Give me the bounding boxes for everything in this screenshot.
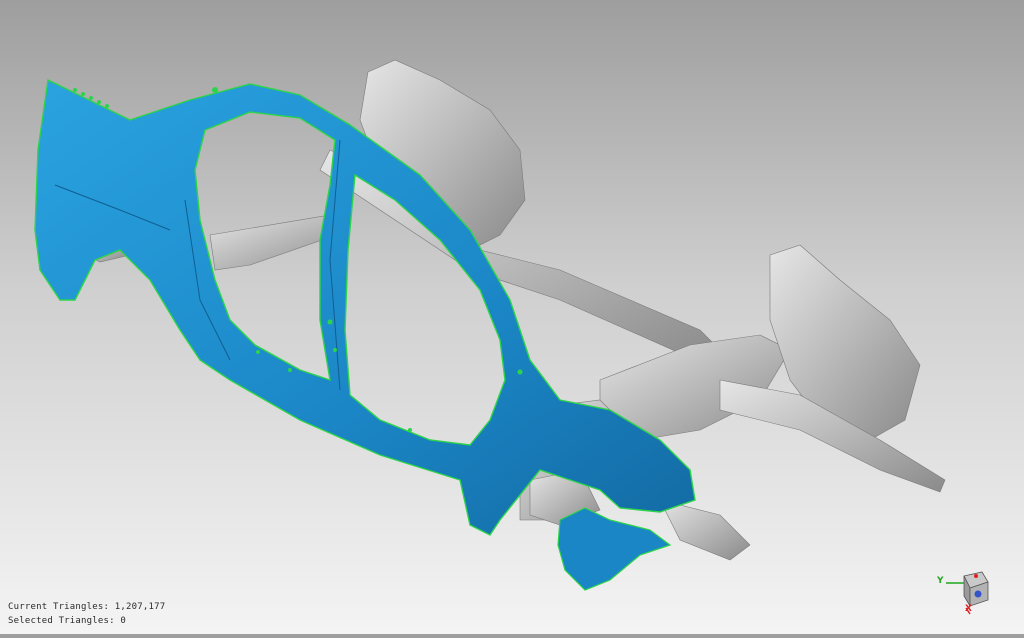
scan-mesh-scene bbox=[34, 59, 946, 591]
axis-cube-icon bbox=[946, 571, 989, 615]
current-triangles-status: Current Triangles: 1,207,177 bbox=[8, 602, 165, 612]
selected-triangles-value: 0 bbox=[120, 616, 127, 626]
selected-triangles-label: Selected Triangles: bbox=[8, 616, 115, 626]
current-triangles-value: 1,207,177 bbox=[114, 602, 166, 612]
selected-body-side-mesh bbox=[34, 78, 696, 591]
orientation-triad[interactable]: Y X bbox=[934, 566, 994, 616]
x-axis-label: X bbox=[965, 604, 972, 614]
selected-triangles-status: Selected Triangles: 0 bbox=[8, 616, 126, 626]
3d-viewport[interactable]: Y X bbox=[0, 0, 1024, 634]
current-triangles-label: Current Triangles: bbox=[8, 602, 110, 612]
y-axis-label: Y bbox=[937, 576, 944, 586]
